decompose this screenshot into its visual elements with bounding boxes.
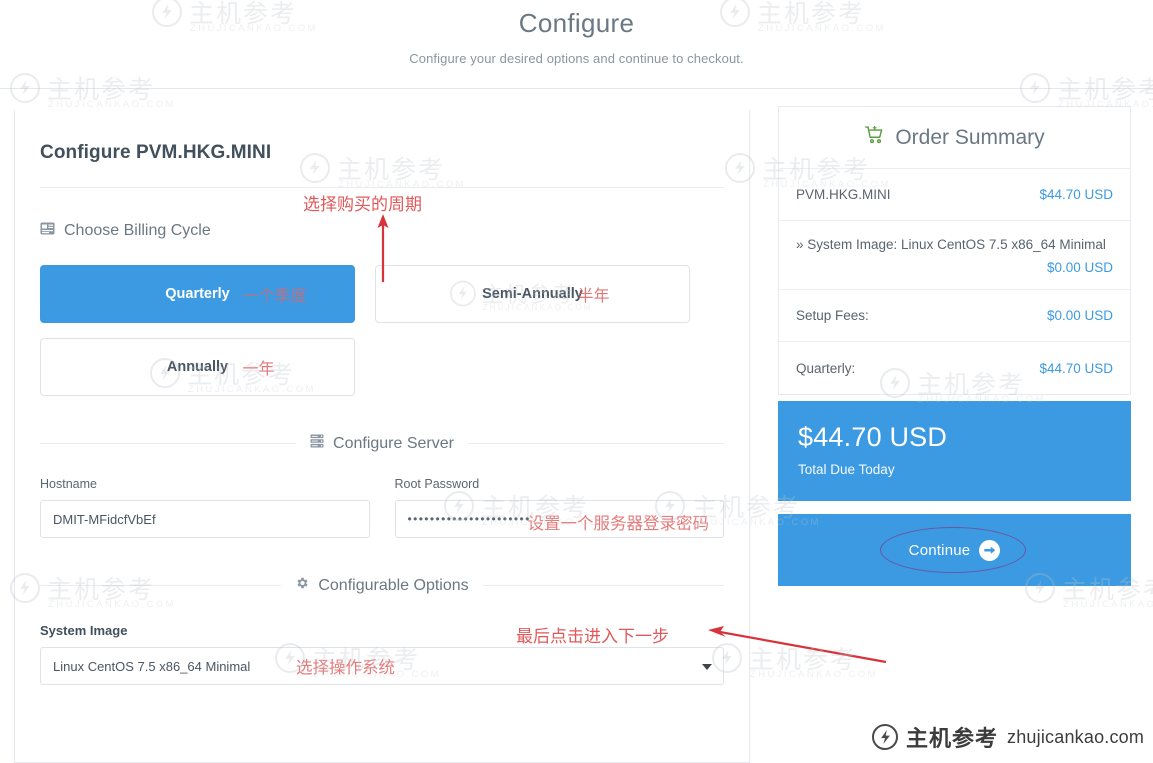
billing-option-note: 半年 <box>577 286 610 305</box>
server-fields: Hostname DMIT-MFidcfVbEf Root Password •… <box>40 477 724 538</box>
billing-cycle-header: Choose Billing Cycle <box>40 222 724 240</box>
order-row-system-image: » System Image: Linux CentOS 7.5 x86_64 … <box>779 221 1130 291</box>
shopping-cart-icon <box>864 125 885 151</box>
total-amount: $44.70 USD <box>798 422 948 453</box>
order-row-price: $44.70 USD <box>1039 360 1113 376</box>
header-divider <box>0 88 1153 89</box>
root-password-label: Root Password <box>394 477 480 491</box>
divider-line-left <box>40 585 282 586</box>
billing-option-semi-annually[interactable]: Semi-Annually 半年 <box>375 265 690 323</box>
order-summary-header: Order Summary <box>778 106 1131 168</box>
continue-button[interactable]: Continue <box>778 514 1131 587</box>
main-content: Configure PVM.HKG.MINI Choose Billing Cy… <box>0 96 1153 763</box>
order-row-setup-fees: Setup Fees: $0.00 USD <box>779 290 1130 343</box>
brand-footer-bar: 主机参考 zhujicankao.com <box>858 711 1153 763</box>
order-row-price: $0.00 USD <box>1046 308 1113 324</box>
billing-option-annually[interactable]: Annually 一年 <box>40 338 355 396</box>
brand-name-cn: 主机参考 <box>906 727 999 752</box>
root-password-value: •••••••••••••••••••••• <box>407 512 531 526</box>
order-row-price: $44.70 USD <box>1039 187 1113 202</box>
billing-cycle-label: Choose Billing Cycle <box>64 222 211 239</box>
continue-highlight-ellipse <box>879 527 1026 574</box>
order-row-label: Quarterly: <box>796 360 856 376</box>
total-due-box: $44.70 USD Total Due Today <box>778 401 1131 502</box>
order-row-label: » System Image: Linux CentOS 7.5 x86_64 … <box>796 237 1106 252</box>
root-password-annotation: 设置一个服务器登录密码 <box>527 514 710 533</box>
page-subtitle: Configure your desired options and conti… <box>409 51 744 66</box>
configurable-options-label: Configurable Options <box>318 576 469 594</box>
order-row-product: PVM.HKG.MINI $44.70 USD <box>779 169 1130 221</box>
root-password-input[interactable]: •••••••••••••••••••••• 设置一个服务器登录密码 <box>394 500 724 538</box>
order-summary-rows: PVM.HKG.MINI $44.70 USD » System Image: … <box>778 168 1131 396</box>
billing-option-quarterly[interactable]: Quarterly 一个季度 <box>40 265 355 323</box>
billing-option-label: Semi-Annually <box>482 286 583 302</box>
divider-line-right <box>482 585 724 586</box>
system-image-label: System Image <box>40 623 128 638</box>
configurable-options-header: Configurable Options <box>40 576 724 595</box>
brand-logo-icon <box>872 724 898 750</box>
configure-server-label: Configure Server <box>333 434 454 452</box>
system-image-annotation: 选择操作系统 <box>296 658 395 677</box>
total-label: Total Due Today <box>798 462 895 478</box>
order-row-label: Setup Fees: <box>796 308 869 324</box>
server-rack-icon <box>310 434 324 453</box>
system-image-select[interactable]: Linux CentOS 7.5 x86_64 Minimal 选择操作系统 <box>40 647 724 685</box>
page-header: Configure Configure your desired options… <box>0 0 1153 89</box>
divider-line-right <box>467 443 725 444</box>
divider-line-left <box>40 443 297 444</box>
configure-server-header: Configure Server <box>40 434 725 453</box>
order-summary-panel: Order Summary PVM.HKG.MINI $44.70 USD » … <box>778 106 1131 587</box>
billing-option-note: 一年 <box>242 359 275 378</box>
billing-cycle-options: Quarterly 一个季度 Semi-Annually 半年 Annually… <box>40 265 724 396</box>
hostname-label: Hostname <box>40 477 97 491</box>
order-summary-title: Order Summary <box>895 125 1045 149</box>
hostname-value: DMIT-MFidcfVbEf <box>53 511 156 527</box>
order-row-label: PVM.HKG.MINI <box>796 187 891 202</box>
heading-divider <box>40 187 724 188</box>
configure-heading: Configure PVM.HKG.MINI <box>40 142 272 163</box>
system-image-value: Linux CentOS 7.5 x86_64 Minimal <box>53 658 251 674</box>
hostname-field-group: Hostname DMIT-MFidcfVbEf <box>40 477 370 538</box>
hostname-input[interactable]: DMIT-MFidcfVbEf <box>40 500 370 538</box>
root-password-field-group: Root Password •••••••••••••••••••••• 设置一… <box>394 477 724 538</box>
billing-option-label: Quarterly <box>165 286 230 302</box>
order-row-price: $0.00 USD <box>1046 260 1113 276</box>
page-title: Configure <box>518 8 635 38</box>
credit-card-icon <box>40 222 55 240</box>
configure-panel: Configure PVM.HKG.MINI Choose Billing Cy… <box>14 110 750 763</box>
gear-icon <box>295 576 309 595</box>
chevron-down-icon <box>702 664 712 670</box>
billing-option-note: 一个季度 <box>242 286 307 305</box>
order-row-quarterly: Quarterly: $44.70 USD <box>779 342 1130 394</box>
brand-domain: zhujicankao.com <box>1007 726 1145 747</box>
billing-option-label: Annually <box>166 359 229 375</box>
